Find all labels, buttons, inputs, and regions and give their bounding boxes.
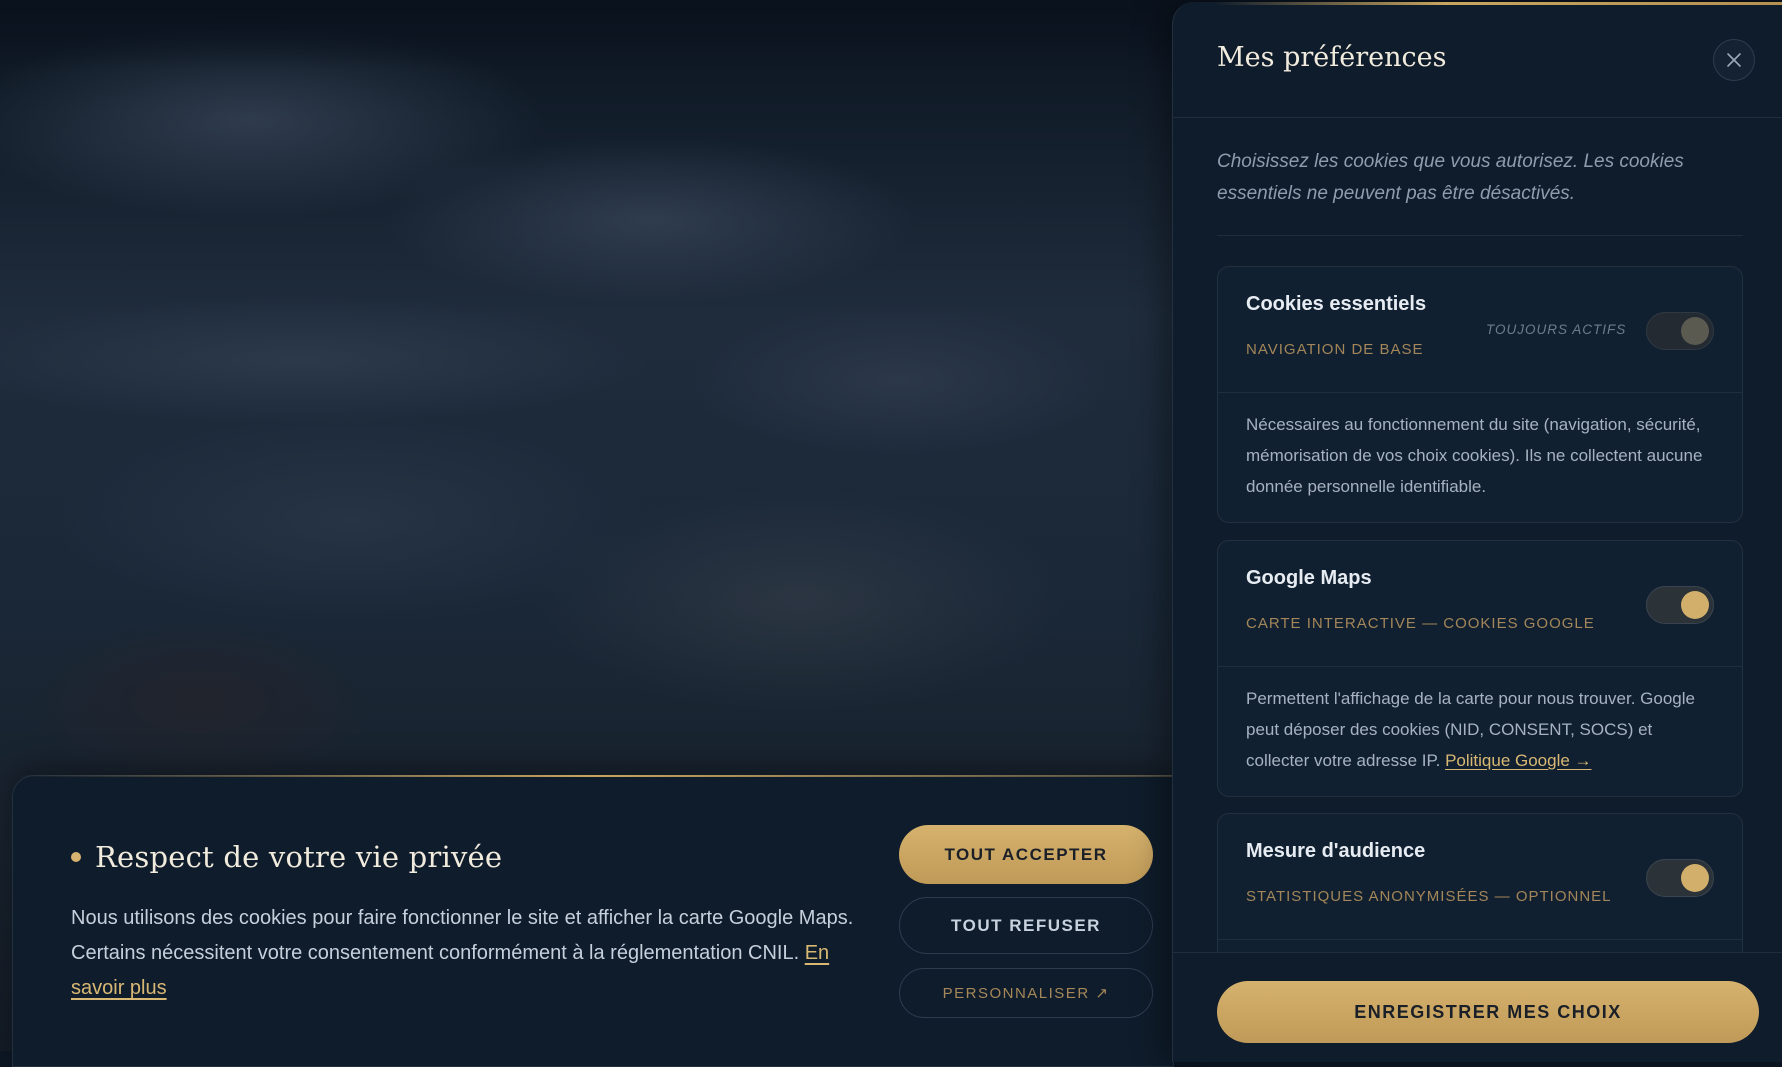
google-policy-link[interactable]: Politique Google →	[1445, 751, 1591, 770]
close-icon	[1727, 53, 1741, 67]
save-choices-button[interactable]: ENREGISTRER MES CHOIX	[1217, 981, 1759, 1043]
banner-title: Respect de votre vie privée	[95, 840, 503, 874]
audience-toggle[interactable]	[1646, 859, 1714, 897]
category-header: Cookies essentiels NAVIGATION DE BASE TO…	[1218, 267, 1742, 393]
customize-button[interactable]: PERSONNALISER ↗	[899, 968, 1153, 1018]
banner-text: Nous utilisons des cookies pour faire fo…	[71, 907, 854, 964]
always-active-label: TOUJOURS ACTIFS	[1486, 322, 1627, 337]
category-header: Mesure d'audience STATISTIQUES ANONYMISÉ…	[1218, 814, 1742, 940]
panel-title: Mes préférences	[1217, 42, 1447, 73]
toggle-knob	[1681, 864, 1709, 892]
category-name: Mesure d'audience	[1246, 840, 1426, 862]
google-maps-toggle[interactable]	[1646, 586, 1714, 624]
essential-toggle	[1646, 312, 1714, 350]
accept-all-button[interactable]: TOUT ACCEPTER	[899, 825, 1153, 884]
panel-footer: ENREGISTRER MES CHOIX	[1173, 952, 1782, 1062]
panel-intro: Choisissez les cookies que vous autorise…	[1217, 151, 1684, 204]
category-description-text: Nécessaires au fonctionnement du site (n…	[1246, 415, 1703, 496]
preferences-panel: Mes préférences Choisissez les cookies q…	[1172, 2, 1782, 1062]
category-header: Google Maps CARTE INTERACTIVE — COOKIES …	[1218, 541, 1742, 667]
cookie-consent-banner: Respect de votre vie privée Nous utiliso…	[12, 775, 1174, 1067]
category-subtitle: STATISTIQUES ANONYMISÉES — OPTIONNEL	[1246, 888, 1612, 905]
divider	[1217, 235, 1743, 236]
category-name: Google Maps	[1246, 567, 1372, 589]
category-description: Nécessaires au fonctionnement du site (n…	[1218, 393, 1742, 522]
category-subtitle: CARTE INTERACTIVE — COOKIES GOOGLE	[1246, 615, 1595, 632]
banner-title-row: Respect de votre vie privée	[71, 840, 502, 874]
refuse-all-button[interactable]: TOUT REFUSER	[899, 897, 1153, 954]
toggle-knob	[1681, 317, 1709, 345]
bullet-dot-icon	[71, 852, 81, 862]
category-description: Permettent l'affichage de la carte pour …	[1218, 667, 1742, 796]
category-name: Cookies essentiels	[1246, 293, 1427, 315]
panel-header: Mes préférences	[1173, 2, 1782, 118]
cookie-category-essential: Cookies essentiels NAVIGATION DE BASE TO…	[1217, 266, 1743, 523]
banner-accent-line	[13, 775, 1173, 777]
toggle-knob	[1681, 591, 1709, 619]
close-button[interactable]	[1713, 39, 1755, 81]
cookie-category-google-maps: Google Maps CARTE INTERACTIVE — COOKIES …	[1217, 540, 1743, 797]
category-subtitle: NAVIGATION DE BASE	[1246, 341, 1424, 358]
banner-description: Nous utilisons des cookies pour faire fo…	[71, 901, 871, 1006]
